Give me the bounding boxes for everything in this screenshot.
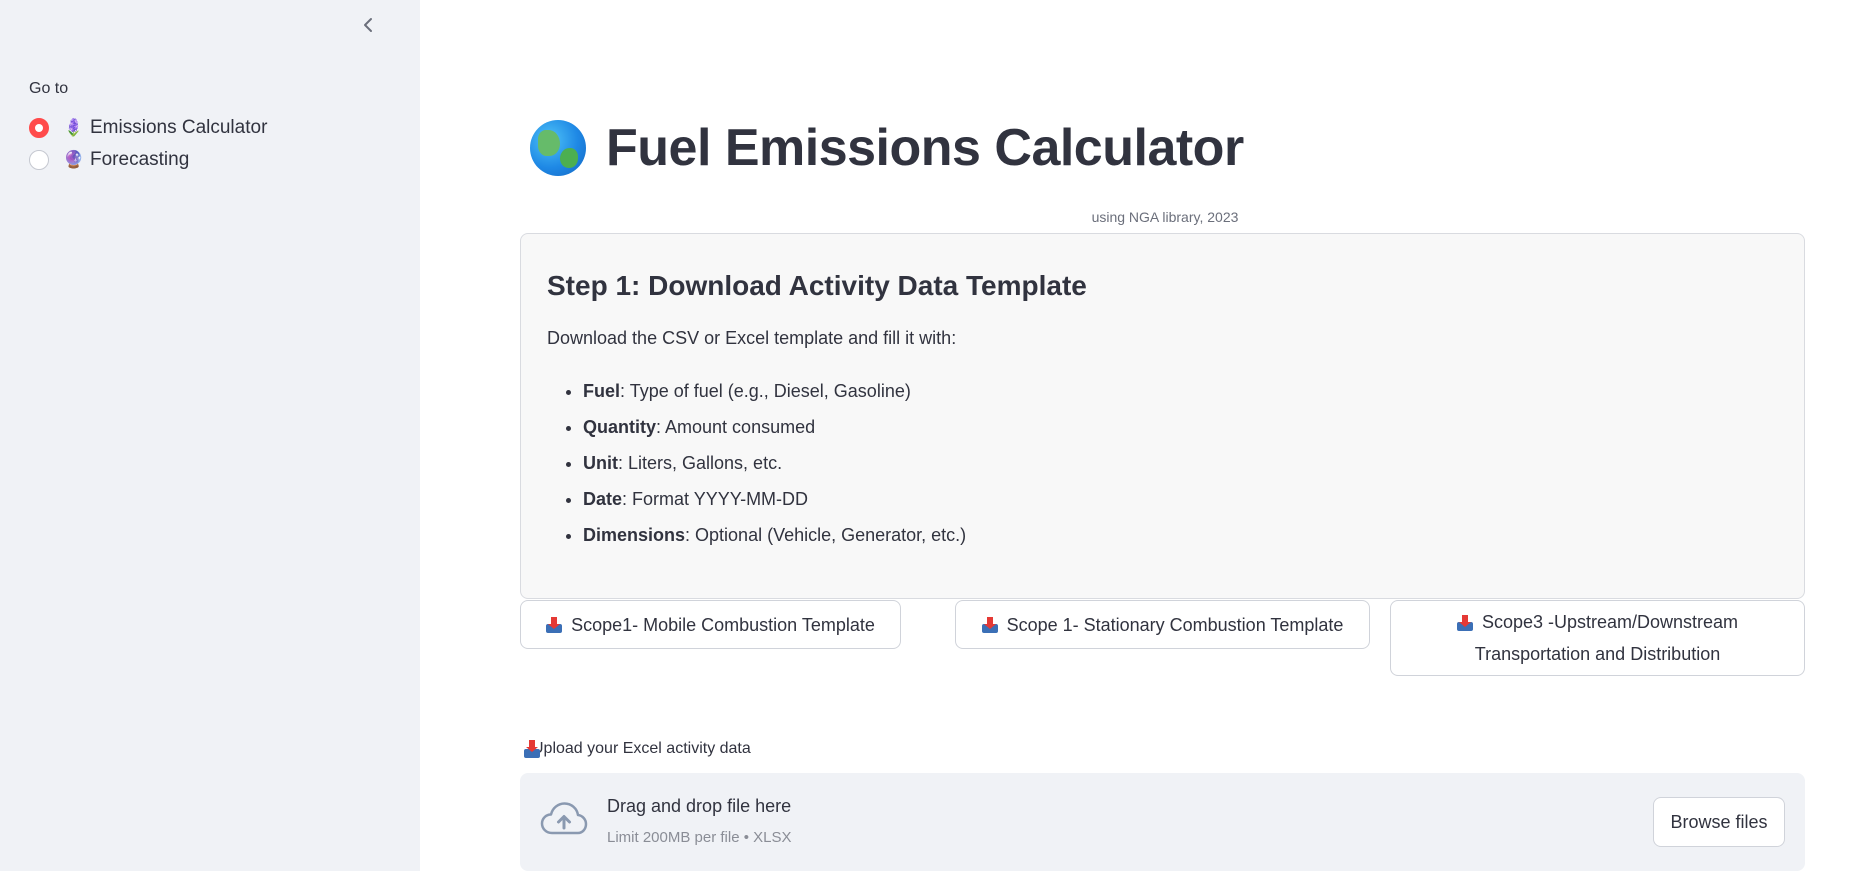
field-text: : Amount consumed — [656, 417, 816, 437]
list-item: Date: Format YYYY-MM-DD — [583, 481, 1778, 517]
radio-label: Forecasting — [90, 149, 190, 170]
radio-label: Emissions Calculator — [90, 117, 268, 138]
dropzone-limit: Limit 200MB per file • XLSX — [607, 829, 792, 846]
list-item: Fuel: Type of fuel (e.g., Diesel, Gasoli… — [583, 373, 1778, 409]
page-radio-group: 🪻 Emissions Calculator 🔮 Forecasting — [29, 112, 267, 176]
radio-selected-indicator[interactable] — [29, 118, 49, 138]
chevron-left-icon — [364, 18, 372, 32]
dropzone-title: Drag and drop file here — [607, 796, 792, 816]
upload-label: Upload your Excel activity data — [524, 740, 751, 758]
field-text: : Type of fuel (e.g., Diesel, Gasoline) — [620, 381, 911, 401]
button-content: Scope3 -Upstream/Downstream Transportati… — [1409, 606, 1786, 670]
radio-unselected-indicator[interactable] — [29, 150, 49, 170]
radio-option-forecasting[interactable]: 🔮 Forecasting — [29, 144, 267, 176]
browse-files-button[interactable]: Browse files — [1653, 797, 1785, 847]
button-label: Scope1- Mobile Combustion Template — [571, 614, 875, 635]
hyacinth-icon: 🪻 — [63, 118, 85, 137]
field-term: Unit — [583, 453, 618, 473]
inbox-tray-icon — [1456, 615, 1473, 632]
field-text: : Optional (Vehicle, Generator, etc.) — [685, 525, 967, 545]
title-row: Fuel Emissions Calculator — [530, 118, 1244, 178]
step1-card: Step 1: Download Activity Data Template … — [520, 233, 1805, 599]
crystal-ball-icon: 🔮 — [63, 150, 85, 169]
page-title: Fuel Emissions Calculator — [606, 119, 1244, 177]
radio-option-emissions-calculator[interactable]: 🪻 Emissions Calculator — [29, 112, 267, 144]
upload-label-text: Upload your Excel activity data — [532, 740, 751, 757]
list-item: Dimensions: Optional (Vehicle, Generator… — [583, 517, 1778, 553]
main-content: Fuel Emissions Calculator using NGA libr… — [420, 0, 1859, 871]
field-term: Fuel — [583, 381, 621, 401]
field-term: Dimensions — [583, 525, 686, 545]
cloud-upload-icon — [540, 802, 588, 835]
page-subtitle: using NGA library, 2023 — [1091, 209, 1239, 225]
field-text: : Liters, Gallons, etc. — [618, 453, 783, 473]
sidebar: Go to 🪻 Emissions Calculator 🔮 Forecasti… — [0, 0, 420, 871]
button-label: Scope3 -Upstream/Downstream Transportati… — [1474, 612, 1739, 664]
inbox-tray-icon — [981, 616, 998, 633]
file-dropzone[interactable]: Drag and drop file here Limit 200MB per … — [520, 773, 1805, 871]
step1-heading: Step 1: Download Activity Data Template — [547, 270, 1087, 301]
field-text: : Format YYYY-MM-DD — [622, 489, 809, 509]
list-item: Quantity: Amount consumed — [583, 409, 1778, 445]
globe-icon — [530, 120, 586, 176]
download-mobile-combustion-button[interactable]: Scope1- Mobile Combustion Template — [520, 600, 901, 649]
button-label: Scope 1- Stationary Combustion Template — [1006, 614, 1344, 635]
download-transportation-distribution-button[interactable]: Scope3 -Upstream/Downstream Transportati… — [1390, 600, 1805, 676]
template-field-list: Fuel: Type of fuel (e.g., Diesel, Gasoli… — [547, 373, 1778, 553]
step1-description: Download the CSV or Excel template and f… — [547, 328, 957, 348]
collapse-sidebar-button[interactable] — [355, 12, 381, 38]
list-item: Unit: Liters, Gallons, etc. — [583, 445, 1778, 481]
download-stationary-combustion-button[interactable]: Scope 1- Stationary Combustion Template — [955, 600, 1370, 649]
goto-label: Go to — [29, 80, 69, 97]
field-term: Quantity — [583, 417, 657, 437]
field-term: Date — [583, 489, 623, 509]
inbox-tray-icon — [546, 616, 563, 633]
